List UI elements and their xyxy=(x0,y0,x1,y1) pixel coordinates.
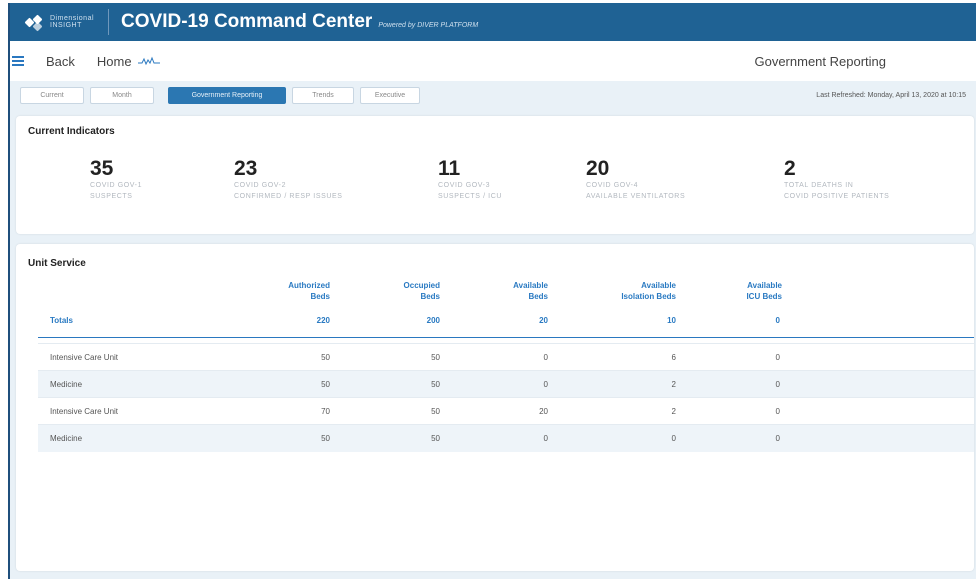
cell-available: 20 xyxy=(539,407,548,416)
totals-label: Totals xyxy=(50,316,73,325)
header-line: Isolation Beds xyxy=(621,292,676,301)
row-name: Intensive Care Unit xyxy=(50,353,119,362)
indicator-gov-3: 11 COVID GOV-3 SUSPECTS / ICU xyxy=(438,158,502,202)
header-occupied-beds: Occupied Beds xyxy=(404,280,440,302)
cell-icu: 0 xyxy=(775,380,780,389)
nav-bar: Back Home Government Reporting xyxy=(10,41,976,81)
header-authorized-beds: Authorized Beds xyxy=(288,280,330,302)
logo-text-1: Dimensional xyxy=(50,15,95,22)
cell-occupied: 50 xyxy=(431,353,440,362)
cell-icu: 0 xyxy=(775,407,780,416)
header-line: Beds xyxy=(420,292,440,301)
header-line: Authorized xyxy=(288,281,330,290)
indicator-sublabel: SUSPECTS / ICU xyxy=(438,193,503,200)
app-window: Dimensional INSIGHT COVID-19 Command Cen… xyxy=(8,3,976,579)
home-link[interactable]: Home xyxy=(97,54,132,69)
header-line: Occupied xyxy=(403,281,440,290)
indicator-sublabel: AVAILABLE VENTILATORS xyxy=(586,193,686,200)
cell-available: 0 xyxy=(543,380,548,389)
header-line: Beds xyxy=(310,292,330,301)
tab-bar: Current Month Government Reporting Trend… xyxy=(10,81,976,109)
cell-icu: 0 xyxy=(775,434,780,443)
indicator-value: 11 xyxy=(438,157,461,180)
last-refreshed: Last Refreshed: Monday, April 13, 2020 a… xyxy=(816,91,966,99)
tab-month[interactable]: Month xyxy=(90,86,154,104)
row-name: Medicine xyxy=(50,380,83,389)
cell-isolation: 6 xyxy=(671,353,676,362)
row-name: Medicine xyxy=(50,434,83,443)
indicator-label: COVID GOV-1 xyxy=(90,182,143,189)
indicator-gov-1: 35 COVID GOV-1 SUSPECTS xyxy=(90,158,142,202)
tab-current[interactable]: Current xyxy=(20,86,84,104)
title-bar: Dimensional INSIGHT COVID-19 Command Cen… xyxy=(10,3,976,41)
powered-by: Powered by DIVER PLATFORM xyxy=(378,21,479,29)
tab-government-reporting[interactable]: Government Reporting xyxy=(168,86,286,104)
title-divider xyxy=(108,9,110,35)
cell-occupied: 50 xyxy=(431,407,440,416)
indicator-sublabel: COVID POSITIVE PATIENTS xyxy=(784,193,890,200)
brand-logo: Dimensional INSIGHT xyxy=(24,14,95,32)
cell-authorized: 50 xyxy=(321,380,330,389)
cell-occupied: 50 xyxy=(431,434,440,443)
cell-authorized: 50 xyxy=(321,353,330,362)
header-line: Beds xyxy=(528,292,548,301)
totals-row: Totals 220 200 20 10 0 xyxy=(16,316,974,338)
app-title: COVID-19 Command Center xyxy=(121,11,373,32)
totals-separator xyxy=(38,337,974,338)
indicators-title: Current Indicators xyxy=(28,126,115,137)
indicator-sublabel: CONFIRMED / RESP ISSUES xyxy=(234,193,343,200)
total-occupied: 200 xyxy=(426,316,440,325)
tab-trends[interactable]: Trends xyxy=(292,86,354,104)
header-line: ICU Beds xyxy=(746,292,782,301)
header-line: Available xyxy=(513,281,548,290)
indicator-label: COVID GOV-2 xyxy=(234,182,287,189)
cell-occupied: 50 xyxy=(431,380,440,389)
back-link[interactable]: Back xyxy=(46,54,75,69)
indicator-label: COVID GOV-3 xyxy=(438,182,491,189)
total-isolation: 10 xyxy=(667,316,676,325)
table-row[interactable]: Intensive Care Unit 50 50 0 6 0 xyxy=(38,343,974,371)
current-indicators-panel: Current Indicators 35 COVID GOV-1 SUSPEC… xyxy=(16,116,974,234)
logo-icon xyxy=(24,14,44,32)
row-name: Intensive Care Unit xyxy=(50,407,119,416)
cell-isolation: 2 xyxy=(671,380,676,389)
total-available: 20 xyxy=(539,316,548,325)
indicator-sublabel: SUSPECTS xyxy=(90,193,133,200)
unit-service-panel: Unit Service Authorized Beds Occupied Be… xyxy=(16,244,974,571)
tab-executive[interactable]: Executive xyxy=(360,86,420,104)
cell-available: 0 xyxy=(543,434,548,443)
unit-service-title: Unit Service xyxy=(28,258,86,269)
cell-isolation: 0 xyxy=(671,434,676,443)
indicator-value: 2 xyxy=(784,157,796,180)
cell-isolation: 2 xyxy=(671,407,676,416)
indicator-gov-2: 23 COVID GOV-2 CONFIRMED / RESP ISSUES xyxy=(234,158,343,202)
indicator-value: 35 xyxy=(90,157,114,180)
logo-text-2: INSIGHT xyxy=(50,22,82,29)
indicator-deaths: 2 TOTAL DEATHS IN COVID POSITIVE PATIENT… xyxy=(784,158,889,202)
sparkline-icon[interactable] xyxy=(137,56,160,66)
indicator-gov-4: 20 COVID GOV-4 AVAILABLE VENTILATORS xyxy=(586,158,685,202)
cell-authorized: 70 xyxy=(321,407,330,416)
indicator-label: COVID GOV-4 xyxy=(586,182,639,189)
header-icu-beds: Available ICU Beds xyxy=(746,280,782,302)
indicator-label: TOTAL DEATHS IN xyxy=(784,182,854,189)
indicator-value: 23 xyxy=(234,157,258,180)
total-authorized: 220 xyxy=(316,316,330,325)
table-row[interactable]: Medicine 50 50 0 2 0 xyxy=(38,370,974,398)
header-available-beds: Available Beds xyxy=(513,280,548,302)
table-row[interactable]: Medicine 50 50 0 0 0 xyxy=(38,424,974,452)
hamburger-menu-icon[interactable] xyxy=(12,54,24,68)
table-row[interactable]: Intensive Care Unit 70 50 20 2 0 xyxy=(38,397,974,425)
header-line: Available xyxy=(641,281,676,290)
cell-icu: 0 xyxy=(775,353,780,362)
header-isolation-beds: Available Isolation Beds xyxy=(621,280,676,302)
indicator-value: 20 xyxy=(586,157,610,180)
header-line: Available xyxy=(747,281,782,290)
cell-authorized: 50 xyxy=(321,434,330,443)
total-icu: 0 xyxy=(775,316,780,325)
page-title: Government Reporting xyxy=(754,53,886,69)
cell-available: 0 xyxy=(543,353,548,362)
